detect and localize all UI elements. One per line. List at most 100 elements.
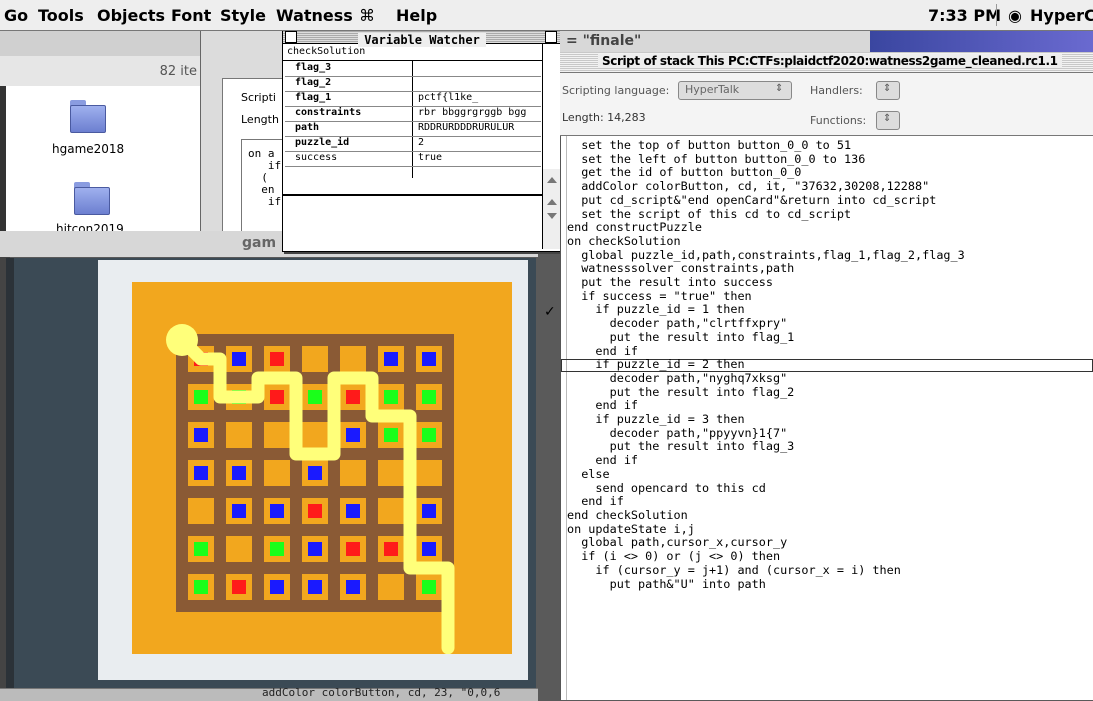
- code-line[interactable]: if puzzle_id = 2 then: [567, 358, 1093, 372]
- variable-value[interactable]: [418, 62, 538, 76]
- variable-name: puzzle_id: [295, 137, 350, 148]
- code-line[interactable]: if puzzle_id = 1 then: [567, 303, 1093, 317]
- watcher-row[interactable]: flag_1 pctf{l1ke_: [285, 92, 541, 107]
- puzzle-color-marker: [308, 580, 322, 594]
- watcher-value-editor[interactable]: [283, 196, 542, 249]
- code-line[interactable]: decoder path,"nyghq7xksg": [567, 371, 1093, 386]
- code-line[interactable]: else: [567, 467, 1093, 482]
- checkmark-icon: ✓: [544, 304, 556, 320]
- code-line[interactable]: put the result into flag_1: [567, 330, 1093, 345]
- puzzle-cell: [188, 498, 214, 524]
- code-line[interactable]: global path,cursor_x,cursor_y: [567, 536, 1093, 550]
- code-line[interactable]: put the result into success: [567, 275, 1093, 290]
- variable-value[interactable]: 2: [418, 137, 538, 151]
- menu-watness[interactable]: Watness: [276, 6, 353, 25]
- puzzle-cell: [226, 536, 252, 562]
- code-line[interactable]: watnesssolver constraints,path: [567, 262, 1093, 276]
- watcher-row[interactable]: flag_2: [285, 77, 541, 92]
- variable-value[interactable]: true: [418, 152, 538, 166]
- app-menu-icon[interactable]: ◉: [1008, 6, 1022, 25]
- finder-edge: [0, 86, 6, 231]
- code-line[interactable]: end constructPuzzle: [567, 221, 1093, 235]
- script-editor-titlebar[interactable]: Script of stack This PC:CTFs:plaidctf202…: [560, 52, 1093, 73]
- code-line[interactable]: put the result into flag_3: [567, 440, 1093, 454]
- menu-objects[interactable]: Objects: [97, 6, 165, 25]
- menu-help[interactable]: Help: [396, 6, 437, 25]
- folder-icon[interactable]: [72, 182, 112, 216]
- code-line[interactable]: end if: [567, 399, 1093, 413]
- scroll-up-arrow-icon[interactable]: [547, 177, 557, 183]
- watcher-scrollbar[interactable]: [542, 169, 561, 249]
- puzzle-board: [132, 282, 512, 654]
- finder-toolbar: [0, 30, 205, 59]
- puzzle-color-marker: [422, 580, 436, 594]
- code-line[interactable]: set the left of button button_0_0 to 136: [567, 152, 1093, 167]
- scroll-up-arrow-icon[interactable]: [547, 199, 557, 205]
- code-line[interactable]: put path&"U" into path: [567, 577, 1093, 592]
- watcher-row[interactable]: path RDDRURDDDRURULUR: [285, 122, 541, 137]
- code-line[interactable]: end if: [567, 344, 1093, 359]
- handlers-select[interactable]: ⇕: [876, 81, 900, 100]
- code-line[interactable]: set the top of button button_0_0 to 51: [567, 139, 1093, 153]
- puzzle-grid[interactable]: [132, 282, 512, 654]
- language-select[interactable]: HyperTalk ⇕: [678, 81, 792, 100]
- watcher-titlebar[interactable]: Variable Watcher: [283, 29, 561, 47]
- code-line[interactable]: if (i <> 0) or (j <> 0) then: [567, 549, 1093, 564]
- menu-style[interactable]: Style: [220, 6, 266, 25]
- close-box-icon[interactable]: [285, 31, 297, 43]
- code-line[interactable]: end checkSolution: [567, 508, 1093, 523]
- variable-name: flag_1: [295, 92, 332, 103]
- code-line[interactable]: on checkSolution: [567, 234, 1093, 249]
- code-line[interactable]: decoder path,"clrtffxpry": [567, 316, 1093, 331]
- menu-tools[interactable]: Tools: [38, 6, 84, 25]
- code-line[interactable]: end if: [567, 453, 1093, 468]
- game-window-title: gam: [242, 235, 277, 251]
- code-line[interactable]: on updateState i,j: [567, 522, 1093, 537]
- code-line[interactable]: decoder path,"ppyyvn}1{7": [567, 426, 1093, 441]
- code-line[interactable]: put cd_script&"end openCard"&return into…: [567, 193, 1093, 208]
- script-menu-icon[interactable]: ⌘: [359, 6, 375, 25]
- puzzle-color-marker: [270, 542, 284, 556]
- variable-value[interactable]: rbr bbggrgrggb bgg: [418, 107, 538, 121]
- code-line[interactable]: global puzzle_id,path,constraints,flag_1…: [567, 248, 1093, 263]
- code-line[interactable]: end if: [567, 495, 1093, 509]
- puzzle-color-marker: [422, 390, 436, 404]
- menu-font[interactable]: Font: [171, 6, 211, 25]
- code-line[interactable]: set the script of this cd to cd_script: [567, 207, 1093, 222]
- background-code-line: addColor colorButton, cd, 23, "0,0,6: [262, 686, 501, 699]
- dropdown-arrows-icon: ⇕: [775, 83, 784, 94]
- watcher-row[interactable]: constraints rbr bbggrgrggb bgg: [285, 107, 541, 122]
- code-line[interactable]: if puzzle_id = 3 then: [567, 412, 1093, 427]
- puzzle-color-marker: [422, 542, 436, 556]
- folder-icon[interactable]: [68, 100, 108, 134]
- collapse-box-icon[interactable]: [545, 31, 557, 43]
- code-line[interactable]: if (cursor_y = j+1) and (cursor_x = i) t…: [567, 563, 1093, 578]
- dropdown-arrows-icon: ⇕: [883, 113, 892, 124]
- watcher-row[interactable]: flag_3: [285, 62, 541, 77]
- watcher-row[interactable]: puzzle_id 2: [285, 137, 541, 152]
- watcher-row[interactable]: success true: [285, 152, 541, 167]
- folder-label[interactable]: hgame2018: [52, 142, 124, 156]
- game-left-edge: [6, 258, 14, 688]
- puzzle-color-marker: [308, 542, 322, 556]
- variable-value[interactable]: [418, 77, 538, 91]
- variable-value[interactable]: pctf{l1ke_: [418, 92, 538, 106]
- game-canvas[interactable]: [6, 258, 536, 688]
- functions-select[interactable]: ⇕: [876, 111, 900, 130]
- variable-value[interactable]: RDDRURDDDRURULUR: [418, 122, 538, 136]
- puzzle-color-marker: [346, 542, 360, 556]
- stack-window-tab[interactable]: = "finale": [560, 30, 1093, 52]
- code-line[interactable]: get the id of button button_0_0: [567, 166, 1093, 180]
- code-line[interactable]: put the result into flag_2: [567, 385, 1093, 400]
- scroll-down-arrow-icon[interactable]: [547, 213, 557, 219]
- code-line[interactable]: addColor colorButton, cd, it, "37632,302…: [567, 179, 1093, 194]
- app-menu-name[interactable]: HyperCa: [1030, 6, 1093, 25]
- variable-name: flag_3: [295, 62, 332, 73]
- menu-go[interactable]: Go: [4, 6, 28, 25]
- code-line[interactable]: if success = "true" then: [567, 289, 1093, 304]
- menu-clock[interactable]: 7:33 PM: [928, 6, 1001, 25]
- code-line[interactable]: send opencard to this cd: [567, 481, 1093, 496]
- script-code-area[interactable]: set the top of button button_0_0 to 51 s…: [567, 139, 1093, 700]
- variable-watcher-window[interactable]: Variable Watcher checkSolution flag_3 fl…: [282, 28, 562, 252]
- script-editor-title: Script of stack This PC:CTFs:plaidctf202…: [598, 54, 1062, 68]
